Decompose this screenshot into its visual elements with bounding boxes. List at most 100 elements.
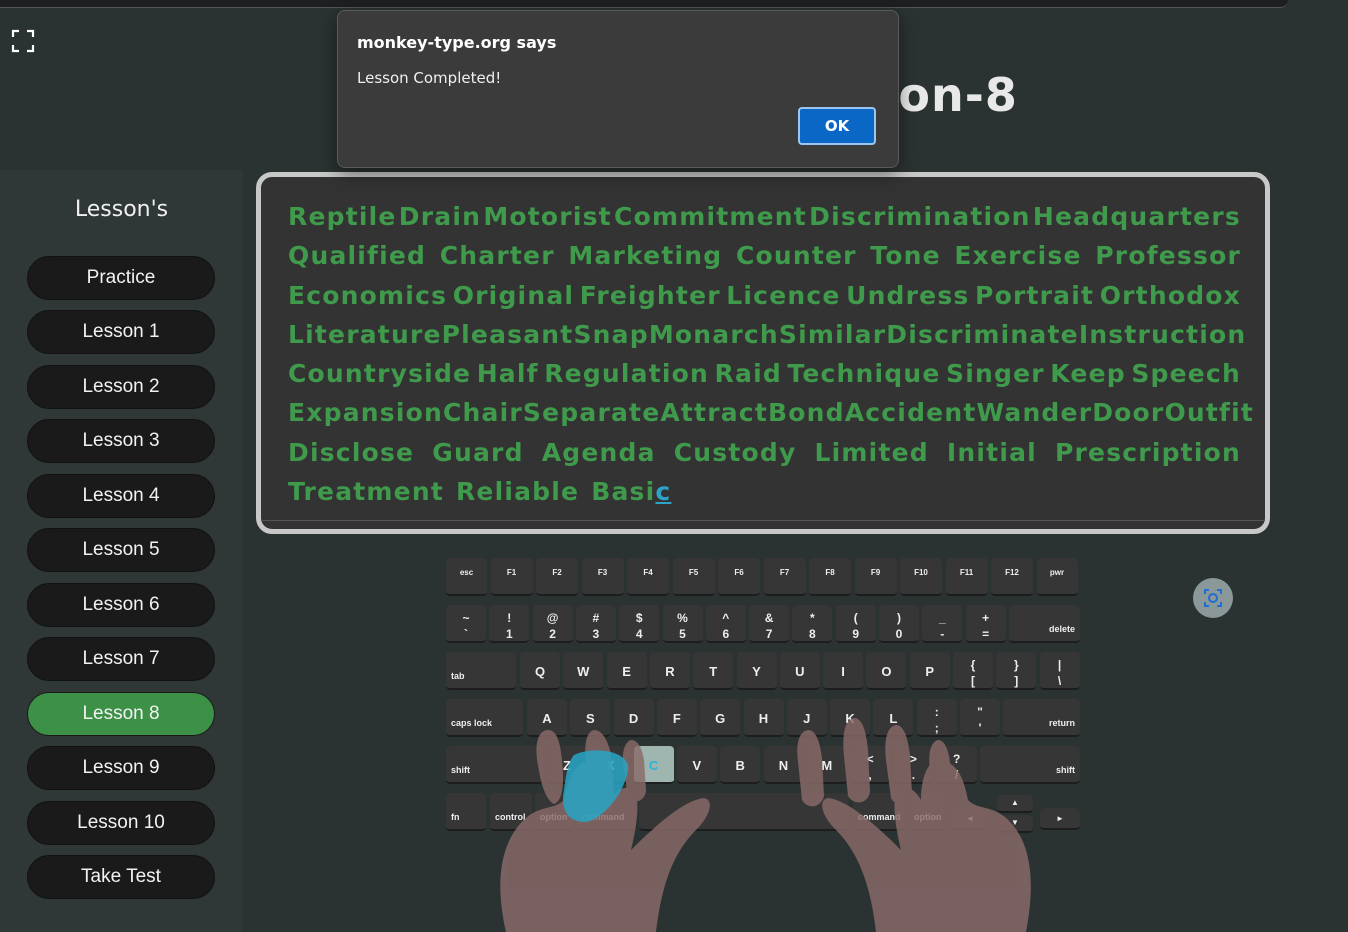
key-o[interactable]: O	[866, 652, 907, 690]
key-7[interactable]: & 7	[749, 605, 790, 643]
key-r[interactable]: R	[649, 652, 690, 690]
fullscreen-icon[interactable]	[10, 28, 36, 54]
key-l[interactable]: L	[873, 699, 914, 737]
key-a[interactable]: A	[527, 699, 567, 737]
key-0[interactable]: ) 0	[879, 605, 919, 643]
key-space[interactable]	[639, 793, 849, 831]
key-f7[interactable]: F7	[763, 558, 806, 596]
key-symbol[interactable]: | \	[1039, 652, 1080, 690]
key-`[interactable]: ~ `	[446, 605, 486, 643]
key-w[interactable]: W	[563, 652, 604, 690]
key-f11[interactable]: F11	[945, 558, 988, 596]
key-9[interactable]: (9	[835, 605, 876, 643]
key-f1[interactable]: F1	[490, 558, 533, 596]
key-shift-right[interactable]: shift	[980, 746, 1080, 784]
key-arrow-up[interactable]: ▲	[997, 795, 1033, 813]
key-symbol[interactable]: " '	[960, 699, 1000, 737]
key-pwr[interactable]: pwr	[1036, 558, 1078, 596]
key-arrow-left[interactable]: ◄	[951, 808, 989, 830]
sidebar-item-lesson-1[interactable]: Lesson 1	[27, 310, 215, 354]
key-i[interactable]: I	[823, 652, 864, 690]
key-delete[interactable]: delete	[1008, 605, 1080, 643]
key-arrow-right[interactable]: ►	[1040, 808, 1080, 830]
key-q[interactable]: Q	[520, 652, 560, 690]
key-f5[interactable]: F5	[672, 558, 715, 596]
key-v[interactable]: V	[676, 746, 717, 784]
key-5[interactable]: % 5	[662, 605, 703, 643]
key-label: Y	[752, 664, 761, 679]
key-f3[interactable]: F3	[581, 558, 624, 596]
key-symbol[interactable]: }]	[996, 652, 1037, 690]
key-t[interactable]: T	[693, 652, 734, 690]
sidebar-item-lesson-5[interactable]: Lesson 5	[27, 528, 215, 572]
sidebar-item-take-test[interactable]: Take Test	[27, 855, 215, 899]
key-tab[interactable]: tab	[446, 652, 516, 690]
key-2[interactable]: @2	[532, 605, 573, 643]
key-e[interactable]: E	[606, 652, 647, 690]
key-d[interactable]: D	[613, 699, 654, 737]
key-p[interactable]: P	[909, 652, 950, 690]
key--[interactable]: _ -	[922, 605, 963, 643]
key-g[interactable]: G	[700, 699, 741, 737]
key-1[interactable]: ! 1	[489, 605, 530, 643]
key-y[interactable]: Y	[736, 652, 777, 690]
key-j[interactable]: J	[786, 699, 827, 737]
key-label: G	[715, 711, 726, 726]
sidebar-item-lesson-8[interactable]: Lesson 8	[27, 692, 215, 736]
key-c[interactable]: C	[633, 746, 674, 784]
key-f8[interactable]: F8	[809, 558, 851, 596]
key-f[interactable]: F	[656, 699, 697, 737]
key-8[interactable]: * 8	[792, 605, 833, 643]
key-caps-lock[interactable]: caps lock	[446, 699, 523, 737]
key-m[interactable]: M	[806, 746, 847, 784]
key-control[interactable]: control	[490, 793, 532, 831]
key-symbol[interactable]: {[	[953, 652, 993, 690]
key-f12[interactable]: F12	[991, 558, 1033, 596]
key-label: 0	[895, 627, 903, 641]
key-symbol[interactable]: >.	[893, 746, 934, 784]
key-option-left[interactable]: option	[535, 793, 573, 831]
key-z[interactable]: Z	[547, 746, 587, 784]
ok-button[interactable]: OK	[798, 107, 876, 145]
sidebar-item-lesson-6[interactable]: Lesson 6	[27, 583, 215, 627]
screenshot-button[interactable]	[1193, 578, 1233, 618]
key-x[interactable]: X	[590, 746, 631, 784]
sidebar-item-lesson-7[interactable]: Lesson 7	[27, 637, 215, 681]
key-option-right[interactable]: option	[909, 793, 947, 831]
key-symbol[interactable]: ? /	[936, 746, 977, 784]
key-u[interactable]: U	[779, 652, 820, 690]
key-return[interactable]: return	[1003, 699, 1080, 737]
key-b[interactable]: B	[720, 746, 761, 784]
key-=[interactable]: + =	[965, 605, 1006, 643]
key-k[interactable]: K	[830, 699, 871, 737]
typing-word: Reptile	[288, 202, 397, 231]
typing-word: Limited	[814, 437, 929, 467]
key-label: U	[795, 664, 805, 679]
key-f2[interactable]: F2	[536, 558, 578, 596]
key-f9[interactable]: F9	[854, 558, 897, 596]
key-symbol[interactable]: <,	[850, 746, 891, 784]
key-6[interactable]: ^ 6	[705, 605, 746, 643]
sidebar-item-lesson-2[interactable]: Lesson 2	[27, 365, 215, 409]
key-h[interactable]: H	[743, 699, 784, 737]
sidebar-item-practice[interactable]: Practice	[27, 256, 215, 300]
key-command-left[interactable]: command	[577, 793, 635, 831]
key-fn[interactable]: fn	[446, 793, 486, 831]
key-esc[interactable]: esc	[446, 558, 487, 596]
key-4[interactable]: $4	[619, 605, 660, 643]
typing-text-box[interactable]: Reptile Drain Motorist Commitment Discrimina…	[256, 172, 1270, 534]
key-f10[interactable]: F10	[900, 558, 942, 596]
sidebar-item-lesson-9[interactable]: Lesson 9	[27, 746, 215, 790]
sidebar-item-lesson-3[interactable]: Lesson 3	[27, 419, 215, 463]
key-3[interactable]: #3	[575, 605, 616, 643]
key-shift-left[interactable]: shift	[446, 746, 543, 784]
key-f4[interactable]: F4	[627, 558, 669, 596]
key-s[interactable]: S	[570, 699, 611, 737]
key-n[interactable]: N	[763, 746, 804, 784]
key-arrow-down[interactable]: ▼	[997, 815, 1033, 833]
key-symbol[interactable]: :;	[916, 699, 957, 737]
key-f6[interactable]: F6	[718, 558, 760, 596]
key-command-right[interactable]: command	[853, 793, 905, 831]
sidebar-item-lesson-10[interactable]: Lesson 10	[27, 801, 215, 845]
sidebar-item-lesson-4[interactable]: Lesson 4	[27, 474, 215, 518]
